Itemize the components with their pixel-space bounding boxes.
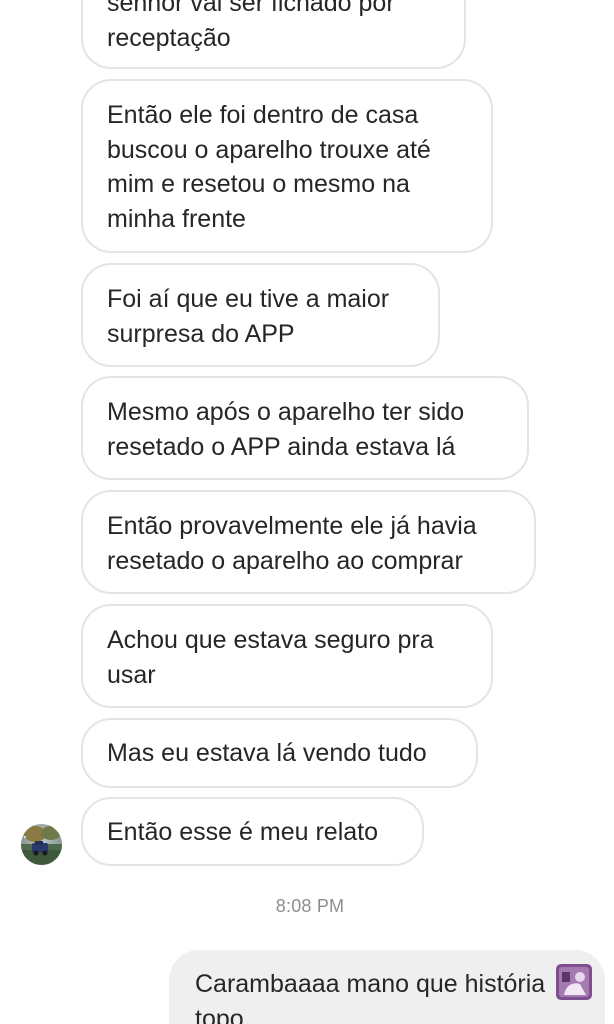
message-bubble[interactable]: Então ele foi dentro de casa buscou o ap…: [81, 79, 493, 253]
message-bubble[interactable]: Mas eu estava lá vendo tudo: [81, 718, 478, 788]
outgoing-message-bubble[interactable]: Carambaaaa mano que história topo: [169, 950, 605, 1024]
sender-avatar[interactable]: [21, 824, 62, 865]
message-bubble[interactable]: senhor vai ser fichado por receptação: [81, 0, 466, 69]
profile-photo-avatar-icon: [21, 824, 62, 865]
sticker-graphic-icon: [556, 964, 592, 1000]
message-bubble[interactable]: Foi aí que eu tive a maior surpresa do A…: [81, 263, 440, 367]
message-bubble[interactable]: Achou que estava seguro pra usar: [81, 604, 493, 708]
message-bubble[interactable]: Mesmo após o aparelho ter sido resetado …: [81, 376, 529, 480]
chat-thread: senhor vai ser fichado por receptação En…: [0, 0, 614, 1024]
purple-sticker-icon[interactable]: [556, 964, 592, 1000]
message-bubble[interactable]: Então esse é meu relato: [81, 797, 424, 866]
message-bubble[interactable]: Então provavelmente ele já havia resetad…: [81, 490, 536, 594]
message-timestamp: 8:08 PM: [275, 896, 345, 916]
